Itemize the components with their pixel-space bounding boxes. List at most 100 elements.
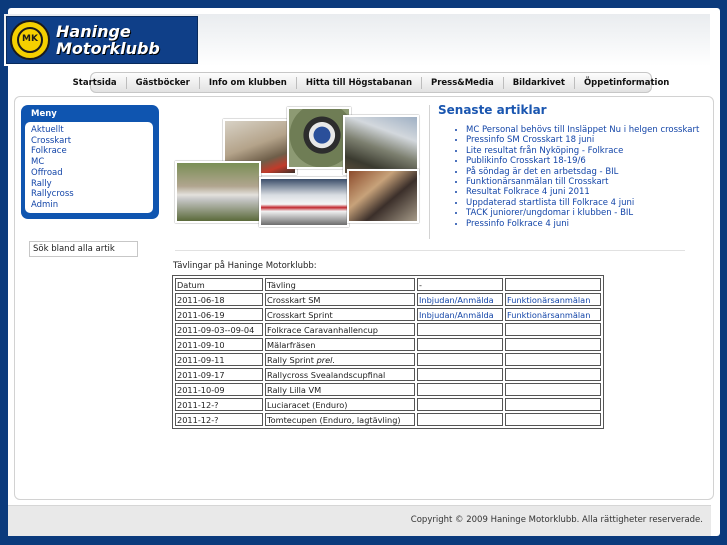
volunteer-signup-link[interactable]: Funktionärsanmälan <box>505 293 601 306</box>
article-item[interactable]: På söndag är det en arbetsdag - BIL <box>466 167 699 177</box>
nav-startsida[interactable]: Startsida <box>64 76 127 89</box>
event-preliminary-note: prel. <box>316 354 336 365</box>
menu-list: Aktuellt Crosskart Folkrace MC Offroad R… <box>25 122 153 213</box>
cell-event: Rally Lilla VM <box>265 383 415 396</box>
main-content: Meny Aktuellt Crosskart Folkrace MC Offr… <box>14 96 714 500</box>
photo-rally-car <box>259 177 349 227</box>
cell-event: Crosskart SM <box>265 293 415 306</box>
article-link[interactable]: Lite resultat från Nyköping - Folkrace <box>466 146 623 156</box>
table-row: 2011-12-? Tomtecupen (Enduro, lagtävling… <box>175 413 601 426</box>
cell-empty <box>417 398 503 411</box>
article-link[interactable]: Funktionärsanmälan till Crosskart <box>466 177 609 187</box>
cell-empty <box>417 353 503 366</box>
table-header-row: Datum Tävling - <box>175 278 601 291</box>
table-row: 2011-12-? Luciaracet (Enduro) <box>175 398 601 411</box>
article-link[interactable]: Resultat Folkrace 4 juni 2011 <box>466 187 590 197</box>
article-link[interactable]: TACK juniorer/ungdomar i klubben - BIL <box>466 208 633 218</box>
menu-item-rallycross[interactable]: Rallycross <box>25 189 153 200</box>
article-link[interactable]: Pressinfo SM Crosskart 18 juni <box>466 135 594 145</box>
site-logo[interactable]: MK Haninge Motorklubb <box>6 16 198 64</box>
article-item[interactable]: Resultat Folkrace 4 juni 2011 <box>466 187 699 197</box>
footer: Copyright © 2009 Haninge Motorklubb. All… <box>8 505 711 536</box>
cell-empty <box>505 323 601 336</box>
cell-event: Crosskart Sprint <box>265 308 415 321</box>
copyright-text: Copyright © 2009 Haninge Motorklubb. All… <box>410 515 703 525</box>
nav-bildarkivet[interactable]: Bildarkivet <box>504 76 575 89</box>
side-menu: Meny Aktuellt Crosskart Folkrace MC Offr… <box>21 105 159 219</box>
menu-item-folkrace[interactable]: Folkrace <box>25 146 153 157</box>
article-item[interactable]: Pressinfo Folkrace 4 juni <box>466 219 699 229</box>
cell-date: 2011-09-03--09-04 <box>175 323 263 336</box>
invitation-link[interactable]: Inbjudan/Anmälda <box>417 308 503 321</box>
cell-event: Luciaracet (Enduro) <box>265 398 415 411</box>
article-item[interactable]: TACK juniorer/ungdomar i klubben - BIL <box>466 208 699 218</box>
event-name: Rally Sprint <box>267 354 317 365</box>
latest-articles-list: MC Personal behövs till Insläppet Nu i h… <box>452 125 699 229</box>
club-badge-icon: MK <box>10 20 50 60</box>
menu-item-aktuellt[interactable]: Aktuellt <box>25 125 153 136</box>
article-link[interactable]: Uppdaterad startlista till Folkrace 4 ju… <box>466 198 634 208</box>
cell-date: 2011-12-? <box>175 413 263 426</box>
nav-press-media[interactable]: Press&Media <box>422 76 504 89</box>
cell-empty <box>417 383 503 396</box>
article-link[interactable]: Publikinfo Crosskart 18-19/6 <box>466 156 586 166</box>
logo-text: Haninge Motorklubb <box>56 23 160 57</box>
photo-motocross <box>287 107 351 169</box>
cell-empty <box>417 323 503 336</box>
competitions-heading: Tävlingar på Haninge Motorklubb: <box>173 261 317 271</box>
cell-empty <box>505 368 601 381</box>
volunteer-signup-link[interactable]: Funktionärsanmälan <box>505 308 601 321</box>
cell-empty <box>505 413 601 426</box>
cell-empty <box>417 368 503 381</box>
menu-item-rally[interactable]: Rally <box>25 179 153 190</box>
table-row: 2011-09-11 Rally Sprint prel. <box>175 353 601 366</box>
article-link[interactable]: Pressinfo Folkrace 4 juni <box>466 219 569 229</box>
table-row: 2011-09-17 Rallycross Svealandscupfinal <box>175 368 601 381</box>
header-cell-date: Datum <box>175 278 263 291</box>
menu-item-admin[interactable]: Admin <box>25 200 153 211</box>
menu-item-crosskart[interactable]: Crosskart <box>25 136 153 147</box>
logo-line-2: Motorklubb <box>56 39 160 58</box>
cell-date: 2011-09-17 <box>175 368 263 381</box>
article-link[interactable]: MC Personal behövs till Insläppet Nu i h… <box>466 125 699 135</box>
badge-letters: MK <box>22 34 38 44</box>
cell-empty <box>505 398 601 411</box>
table-row: 2011-06-19 Crosskart Sprint Inbjudan/Anm… <box>175 308 601 321</box>
article-item[interactable]: MC Personal behövs till Insläppet Nu i h… <box>466 125 699 135</box>
article-item[interactable]: Funktionärsanmälan till Crosskart <box>466 177 699 187</box>
section-divider <box>175 250 685 251</box>
cell-event: Rallycross Svealandscupfinal <box>265 368 415 381</box>
cell-empty <box>505 383 601 396</box>
article-item[interactable]: Uppdaterad startlista till Folkrace 4 ju… <box>466 198 699 208</box>
cell-empty <box>417 338 503 351</box>
photo-offroad <box>343 115 419 175</box>
table-row: 2011-10-09 Rally Lilla VM <box>175 383 601 396</box>
search-input[interactable]: Sök bland alla artik <box>29 241 138 257</box>
table-row: 2011-06-18 Crosskart SM Inbjudan/Anmälda… <box>175 293 601 306</box>
header-cell-dash: - <box>417 278 503 291</box>
table-row: 2011-09-03--09-04 Folkrace Caravanhallen… <box>175 323 601 336</box>
table-row: 2011-09-10 Mälarfräsen <box>175 338 601 351</box>
menu-item-mc[interactable]: MC <box>25 157 153 168</box>
article-item[interactable]: Pressinfo SM Crosskart 18 juni <box>466 135 699 145</box>
header-cell-empty <box>505 278 601 291</box>
photo-rallycross <box>347 169 419 223</box>
cell-date: 2011-06-18 <box>175 293 263 306</box>
nav-oppetinformation[interactable]: Öppetinformation <box>575 77 678 89</box>
nav-info-om-klubben[interactable]: Info om klubben <box>200 76 297 89</box>
article-item[interactable]: Publikinfo Crosskart 18-19/6 <box>466 156 699 166</box>
cell-empty <box>505 353 601 366</box>
photo-folkrace <box>175 161 261 223</box>
cell-empty <box>505 338 601 351</box>
cell-event: Rally Sprint prel. <box>265 353 415 366</box>
article-item[interactable]: Lite resultat från Nyköping - Folkrace <box>466 146 699 156</box>
column-divider <box>429 105 430 239</box>
cell-date: 2011-09-11 <box>175 353 263 366</box>
nav-hitta-till-hogstabanan[interactable]: Hitta till Högstabanan <box>297 76 422 89</box>
invitation-link[interactable]: Inbjudan/Anmälda <box>417 293 503 306</box>
menu-item-offroad[interactable]: Offroad <box>25 168 153 179</box>
cell-event: Folkrace Caravanhallencup <box>265 323 415 336</box>
cell-date: 2011-10-09 <box>175 383 263 396</box>
nav-gastbocker[interactable]: Gästböcker <box>127 76 200 89</box>
article-link[interactable]: På söndag är det en arbetsdag - BIL <box>466 167 618 177</box>
